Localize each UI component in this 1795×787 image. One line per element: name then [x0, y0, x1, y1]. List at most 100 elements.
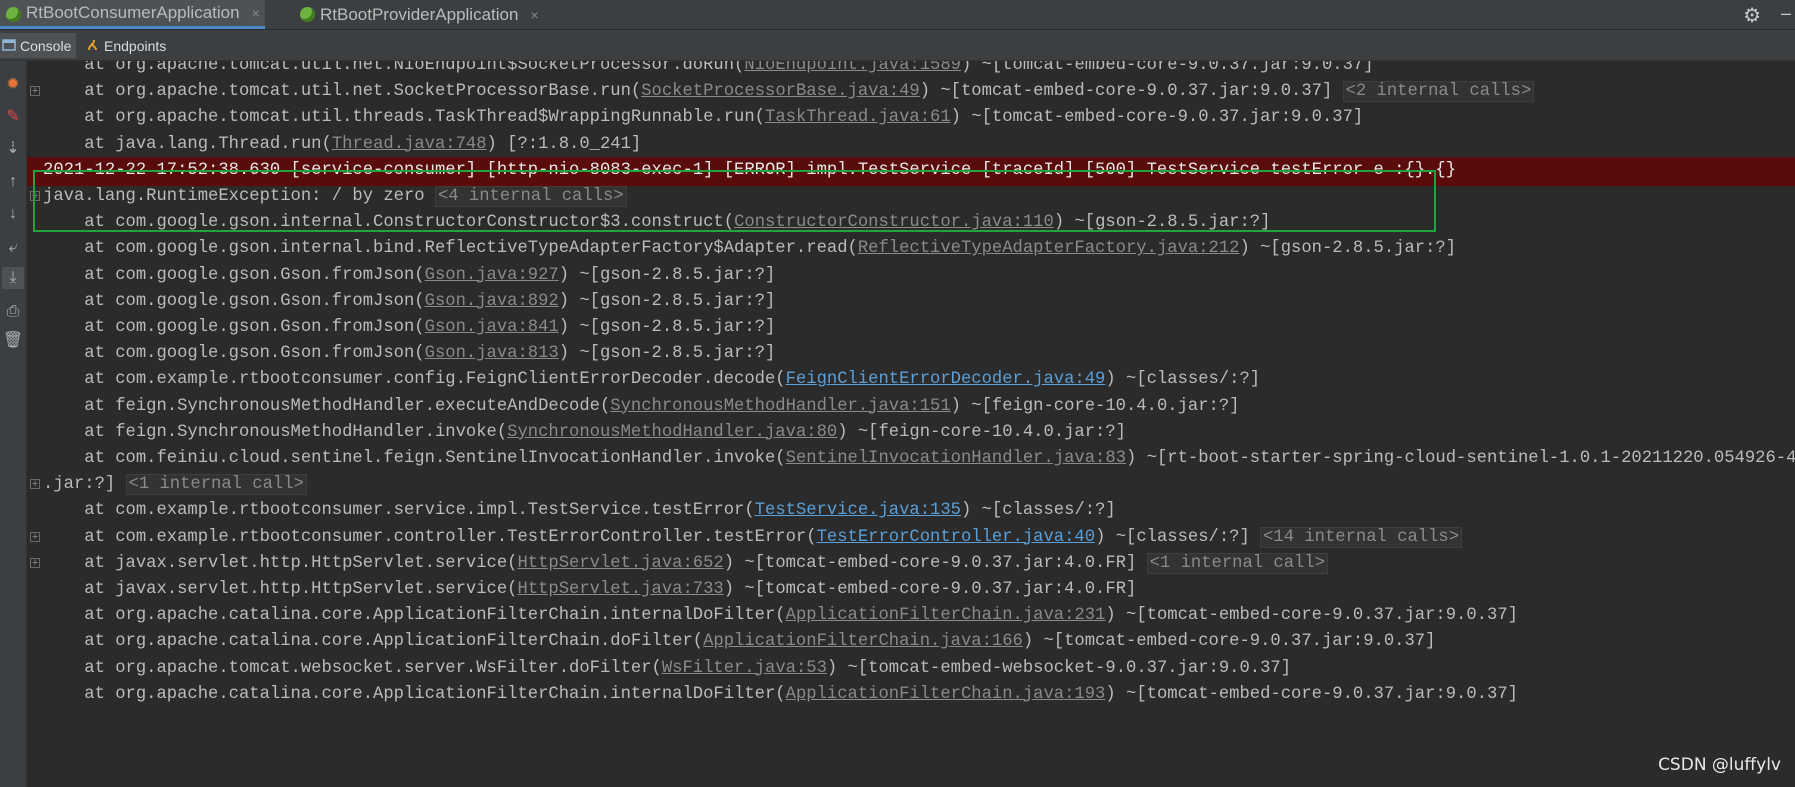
internal-calls-badge[interactable]: <1 internal call> [1146, 552, 1328, 574]
console-toolbar: ✹ ✎ ⇣ ↑ ↓ ⤶ ⤓ ⎙ 🗑 [0, 61, 27, 787]
line-text: at com.example.rtbootconsumer.config.Fei… [43, 365, 1260, 394]
subtab-label: Console [20, 37, 72, 54]
stack-trace-line: + java.lang.RuntimeException: / by zero <… [27, 182, 1795, 211]
tab-endpoints[interactable]: Endpoints [84, 33, 184, 58]
tab-console[interactable]: Console [0, 33, 76, 58]
source-link[interactable]: ConstructorConstructor.java:110 [734, 213, 1054, 232]
line-prefix: at com.google.gson.Gson.fromJson( [43, 291, 425, 311]
print-icon[interactable]: ⎙ [2, 301, 24, 323]
fold-expand-icon[interactable]: + [30, 191, 40, 203]
spring-boot-icon [6, 7, 21, 22]
stack-trace-line: at org.apache.tomcat.websocket.server.Ws… [27, 654, 1795, 683]
jar-info: ) ~[feign-core-10.4.0.jar:?] [950, 396, 1240, 416]
fold-expand-icon[interactable]: + [30, 557, 40, 569]
jar-info: ) ~[tomcat-embed-core-9.0.37.jar:4.0.FR] [723, 580, 1137, 599]
stack-trace-line: at com.google.gson.internal.ConstructorC… [27, 208, 1795, 237]
stack-trace-line: at javax.servlet.http.HttpServlet.servic… [27, 575, 1795, 604]
line-text: at org.apache.catalina.core.ApplicationF… [43, 627, 1435, 656]
console-output[interactable]: at org.apache.tomcat.util.net.NioEndpoin… [27, 61, 1795, 787]
tab-label: RtBootConsumerApplication [26, 3, 240, 22]
fold-expand-icon[interactable]: + [30, 86, 40, 98]
stack-trace-line: + at javax.servlet.http.HttpServlet.serv… [27, 549, 1795, 578]
line-prefix: at org.apache.tomcat.websocket.server.Ws… [43, 658, 662, 678]
stack-trace-line: at com.google.gson.internal.bind.Reflect… [27, 234, 1795, 263]
line-text: java.lang.RuntimeException: / by zero <4… [43, 182, 627, 211]
jar-info: ) ~[tomcat-embed-core-9.0.37.jar:9.0.37] [950, 108, 1364, 128]
line-text: at org.apache.tomcat.websocket.server.Ws… [43, 654, 1291, 683]
tab-rtboot-consumer[interactable]: RtBootConsumerApplication × [0, 0, 265, 29]
internal-calls-badge[interactable]: <2 internal calls> [1342, 81, 1535, 103]
line-prefix: at org.apache.tomcat.util.net.NioEndpoin… [43, 61, 745, 75]
line-text: at com.google.gson.internal.bind.Reflect… [43, 234, 1456, 263]
close-icon[interactable]: × [530, 7, 538, 23]
line-prefix: java.lang.RuntimeException: / by zero [43, 187, 435, 206]
source-link[interactable]: TestService.java:135 [755, 501, 961, 520]
close-icon[interactable]: × [252, 5, 260, 21]
sort-down-icon[interactable]: ⇣ [2, 137, 24, 159]
jar-info: ) ~[rt-boot-starter-spring-cloud-sentine… [1126, 449, 1795, 468]
internal-calls-badge[interactable]: <14 internal calls> [1260, 526, 1463, 548]
line-text: at com.feiniu.cloud.sentinel.feign.Senti… [43, 444, 1795, 473]
jar-info: ) ~[tomcat-embed-core-9.0.37.jar:9.0.37] [1022, 632, 1436, 652]
source-link[interactable]: HttpServlet.java:652 [517, 554, 723, 573]
line-text: at feign.SynchronousMethodHandler.execut… [43, 392, 1239, 421]
source-link[interactable]: ApplicationFilterChain.java:166 [703, 632, 1023, 651]
source-link[interactable]: TestErrorController.java:40 [817, 528, 1095, 547]
line-prefix: at org.apache.catalina.core.ApplicationF… [43, 684, 786, 704]
source-link[interactable]: SocketProcessorBase.java:49 [641, 82, 919, 101]
trash-icon[interactable]: 🗑 [2, 329, 24, 351]
source-link[interactable]: SynchronousMethodHandler.java:80 [507, 423, 837, 442]
arrow-up-icon[interactable]: ↑ [2, 171, 24, 193]
source-link[interactable]: Thread.java:748 [332, 135, 487, 154]
jar-info: ) ~[gson-2.8.5.jar:?] [558, 265, 776, 285]
source-link[interactable]: Gson.java:813 [425, 344, 559, 363]
line-text: at org.apache.tomcat.util.threads.TaskTh… [43, 103, 1363, 132]
watermark: CSDN @luffylv [1658, 755, 1781, 775]
source-link[interactable]: Gson.java:927 [425, 266, 559, 285]
jar-info: ) ~[tomcat-embed-core-9.0.37.jar:9.0.37] [1105, 684, 1518, 704]
line-prefix: at org.apache.catalina.core.ApplicationF… [43, 606, 786, 626]
jar-info: ) ~[tomcat-embed-websocket-9.0.37.jar:9.… [826, 658, 1292, 678]
stack-trace-line: at com.google.gson.Gson.fromJson(Gson.ja… [27, 287, 1795, 316]
spring-boot-icon [300, 7, 315, 22]
stack-trace-line: + .jar:?] <1 internal call> [27, 470, 1795, 499]
tab-rtboot-provider[interactable]: RtBootProviderApplication × [294, 0, 574, 29]
source-link[interactable]: FeignClientErrorDecoder.java:49 [786, 370, 1106, 389]
debug-bug-icon[interactable]: ✹ [2, 73, 24, 95]
stack-trace-line: at org.apache.tomcat.util.threads.TaskTh… [27, 103, 1795, 132]
line-text: at java.lang.Thread.run(Thread.java:748)… [43, 130, 641, 159]
internal-calls-badge[interactable]: <4 internal calls> [434, 186, 627, 207]
source-link[interactable]: ReflectiveTypeAdapterFactory.java:212 [858, 239, 1240, 258]
line-text: at com.google.gson.internal.ConstructorC… [43, 208, 1270, 237]
source-link[interactable]: ApplicationFilterChain.java:193 [786, 685, 1106, 704]
fold-expand-icon[interactable]: + [30, 531, 40, 543]
line-prefix: at com.google.gson.Gson.fromJson( [43, 344, 425, 364]
source-link[interactable]: Gson.java:841 [425, 318, 559, 337]
soft-wrap-icon[interactable]: ⤶ [2, 237, 24, 259]
stack-trace-line: at com.example.rtbootconsumer.service.im… [27, 496, 1795, 525]
source-link[interactable]: HttpServlet.java:733 [517, 580, 723, 599]
stack-trace-line: at org.apache.catalina.core.ApplicationF… [27, 680, 1795, 709]
jar-info: ) ~[tomcat-embed-core-9.0.37.jar:9.0.37] [960, 61, 1374, 75]
source-link[interactable]: NioEndpoint.java:1589 [744, 61, 961, 75]
source-link[interactable]: TaskThread.java:61 [765, 108, 951, 127]
clear-marker-icon[interactable]: ✎ [2, 105, 24, 127]
line-prefix: at java.lang.Thread.run( [43, 134, 332, 154]
arrow-down-icon[interactable]: ↓ [2, 203, 24, 225]
source-link[interactable]: SynchronousMethodHandler.java:151 [610, 397, 950, 416]
source-link[interactable]: ApplicationFilterChain.java:231 [786, 606, 1106, 625]
stack-trace-line: at com.google.gson.Gson.fromJson(Gson.ja… [27, 339, 1795, 368]
line-prefix: at com.google.gson.Gson.fromJson( [43, 318, 425, 337]
fold-expand-icon[interactable]: + [30, 479, 40, 491]
source-link[interactable]: Gson.java:892 [425, 292, 559, 311]
source-link[interactable]: WsFilter.java:53 [662, 659, 827, 678]
stack-trace-line: + at org.apache.tomcat.util.net.SocketPr… [27, 77, 1795, 106]
source-link[interactable]: SentinelInvocationHandler.java:83 [786, 449, 1126, 468]
line-prefix: at com.google.gson.Gson.fromJson( [43, 265, 425, 285]
gear-icon[interactable]: ⚙ [1743, 3, 1761, 28]
internal-calls-badge[interactable]: <1 internal call> [125, 474, 307, 496]
scroll-to-end-icon[interactable]: ⤓ [2, 267, 24, 289]
stack-trace-line: at com.google.gson.Gson.fromJson(Gson.ja… [27, 313, 1795, 342]
minimize-icon[interactable]: – [1781, 3, 1791, 24]
subtab-label: Endpoints [104, 37, 167, 54]
